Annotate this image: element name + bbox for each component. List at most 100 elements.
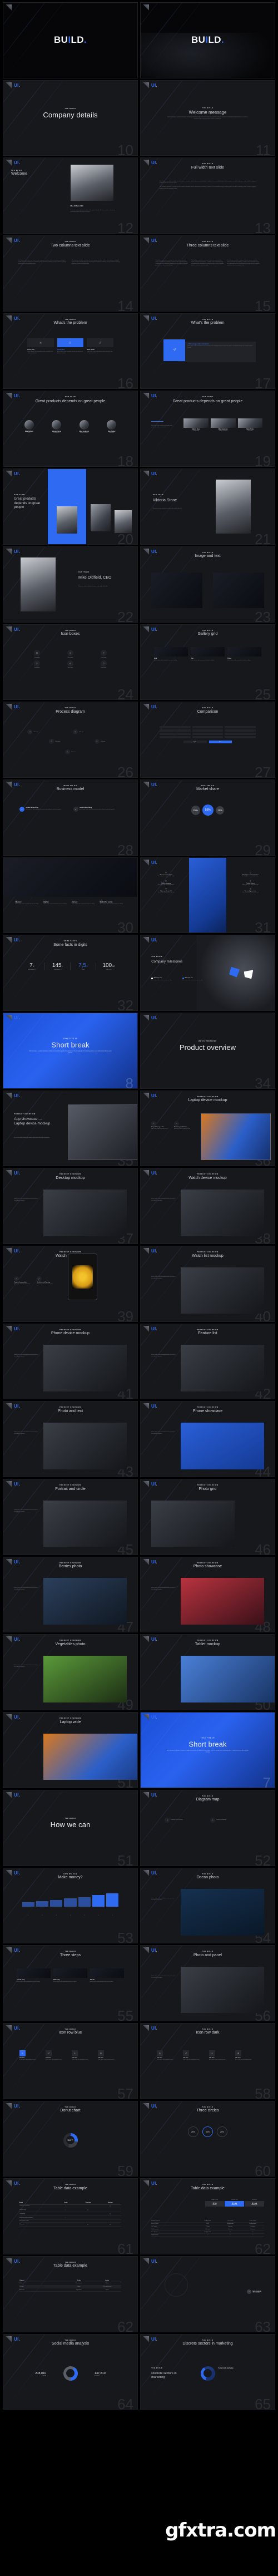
slide-17[interactable]: UI. 17 THE BUILD What's the problem A firm u… [140, 313, 275, 389]
icon-card[interactable]: Clarity fuel A firm using a sales orienta… [57, 338, 84, 354]
slide-62[interactable]: UI. 62 THE BUILD Table data example Single l… [140, 2178, 275, 2254]
gallery-item[interactable]: Result A firm using a sales orientation f… [90, 1968, 124, 1983]
logo-mark[interactable]: UI. [151, 471, 157, 476]
slide-49[interactable]: UI. 49 PRODUCT OVERVIEW Vegetables photo A f… [3, 1634, 138, 1711]
advantage-item[interactable]: Access to new capital A firm using a sale… [146, 871, 186, 877]
slide-39[interactable]: UI.39PRODUCT OVERVIEWWatch showcasePower… [3, 1246, 138, 1322]
advantage-item[interactable]: Employees extra incentives A firm using a… [230, 871, 270, 877]
process-node[interactable]: Market profitability [210, 1817, 226, 1823]
share-circle[interactable]: 20% [215, 806, 225, 815]
slide-58[interactable]: UI. 58 THE BUILD Icon row dark Title here A f… [140, 2022, 275, 2099]
advantage-item[interactable]: Public company A firm using a sales orien… [146, 880, 186, 886]
icon-row-item[interactable]: Title here A firm using a sales orientati… [182, 2050, 206, 2061]
slide-13[interactable]: UI. 13 THE BUILD Full width text slide The C… [140, 157, 275, 234]
share-circle[interactable]: 55% [202, 805, 214, 816]
slide-32[interactable]: UI. 32 SOME FACTS Some facts in digits 7 K Mil… [3, 935, 138, 1011]
advantage-item[interactable]: Higher public profile A firm using a sale… [146, 887, 186, 894]
slide-18[interactable]: UI. 18 OUR TEAM Great products depends on g… [3, 391, 138, 467]
icon-grid-item[interactable]: Four steps [88, 650, 118, 658]
slide-59[interactable]: UI. 59 THE BUILD Donut chart EXIT [3, 2100, 138, 2177]
process-node[interactable]: Title two [73, 729, 83, 735]
process-node[interactable]: Title three [48, 739, 61, 744]
slide-51[interactable]: UI. 51 THE BUILD How we can [3, 1789, 138, 1866]
icon-row-item[interactable]: Title here A firm using a sales orientati… [209, 2050, 232, 2061]
plan-price-box[interactable]: $199 Per month plan [245, 2200, 264, 2207]
gallery-item[interactable]: Two A firm using a sales orientation focu… [191, 647, 225, 662]
feature-item[interactable]: Sketching and Painting A firm using a sal… [173, 1121, 195, 1130]
slide-24[interactable]: UI. 24 THE BUILD Icon boxes Four steps Four s… [3, 624, 138, 700]
icon-grid-item[interactable]: Four steps [56, 650, 86, 658]
slide-53[interactable]: UI. 53 HOW WE CAN Make money? 1 2 3 4 5 6 7 [3, 1867, 138, 1944]
team-member[interactable]: Mary Parker Developer [237, 418, 263, 431]
slide-23[interactable]: UI. 23 THE BUILD Image and text [140, 546, 275, 623]
pricing-plan[interactable]: Premium club $299 Per month plan [225, 2199, 245, 2207]
team-member[interactable]: Mikel Anderson Graphic Designer [210, 418, 236, 431]
logo-mark[interactable]: UI. [151, 860, 157, 865]
slide-28[interactable]: UI. 28 WHAT WE DO Business model Online adve… [3, 779, 138, 856]
plan-price-box[interactable]: $299 Per month plan [225, 2200, 245, 2207]
step-item[interactable]: 4 Behind the scenes A firm using a sales o… [100, 899, 126, 905]
step-item[interactable]: 2 Explore A firm using a sales orientation… [43, 899, 69, 905]
team-member[interactable]: Mary Parker Developer [99, 420, 123, 433]
process-node[interactable]: Title four [94, 739, 105, 744]
logo-mark[interactable]: UI. [151, 83, 157, 88]
logo-mark[interactable]: UI. [151, 1715, 157, 1720]
slide-43[interactable]: UI. 43 PRODUCT OVERVIEW Photo and text A fir… [3, 1401, 138, 1478]
logo-mark[interactable]: UI. [151, 2259, 157, 2264]
team-member[interactable]: Viktoria Stone Photographer [183, 418, 209, 431]
plan-price-box[interactable]: $79 Per month [205, 2200, 225, 2207]
logo-mark[interactable]: UI. [14, 1093, 20, 1098]
slide-12[interactable]: UI. 12 THE BUILD Welcome Mike Oldfield, CEO B… [3, 157, 138, 234]
slide-22[interactable]: UI. 22 OUR TEAM Mike Oldfield, CEO Brand new… [3, 546, 138, 623]
slide-20[interactable]: UI. 20 OUR TEAM Great products depends on g… [3, 468, 138, 545]
slide-62[interactable]: UI. 62 THE BUILD Table data example Channel M… [3, 2256, 138, 2332]
slide-26[interactable]: UI. 26 THE BUILD Process diagram Title one Ti… [3, 702, 138, 778]
icon-card-box[interactable] [57, 338, 84, 348]
team-member[interactable]: Viktoria Stone Photographer [44, 420, 69, 433]
advantage-item[interactable]: Traded shares A firm using a sales orient… [230, 880, 270, 886]
business-item[interactable]: Social networking A firm using a sales or… [73, 807, 122, 812]
process-node[interactable]: Industry cost structure [165, 1817, 183, 1823]
slide-30[interactable]: UI.301DiscoverA firm using a sales orien… [3, 857, 138, 934]
donut-chart[interactable]: EXIT [63, 2133, 78, 2148]
share-circle[interactable]: 25% [191, 806, 200, 815]
slide-11[interactable]: UI. 11 THE BUILD Welcome message A firm focu… [140, 80, 275, 156]
team-member[interactable]: Mikel Anderson Graphic Designer [72, 420, 96, 433]
team-member[interactable]: Mike Oldfield CEO [17, 420, 41, 433]
slide-48[interactable]: UI. 48 PRODUCT OVERVIEW Photo showcase A fir… [140, 1556, 275, 1633]
gallery-item[interactable]: One A firm using a sales orientation focu… [154, 647, 188, 662]
slide-42[interactable]: UI. 42 PRODUCT OVERVIEW Feature list A firm … [140, 1323, 275, 1400]
logo-mark[interactable]: UI. [14, 471, 20, 476]
slide-51[interactable]: UI. 51 PRODUCT OVERVIEW Laptop wide [3, 1712, 138, 1788]
slide-31[interactable]: UI. 31 Access to new capital A firm using a… [140, 857, 275, 934]
slide-15[interactable]: UI. 15 THE BUILD Three columns text slide Th… [140, 235, 275, 312]
icon-card-box[interactable] [87, 338, 113, 348]
slide-14[interactable]: UI. 14 THE BUILD Two columns text slide The … [3, 235, 138, 312]
icon-card[interactable]: Don't give A firm using a sales orientati… [27, 338, 54, 354]
step-item[interactable]: 3 Connect A firm using a sales orientation… [71, 899, 97, 905]
slide-35[interactable]: UI.35PRODUCT OVERVIEWApp showcase — Lapt… [3, 1090, 138, 1167]
advantage-item[interactable]: Personal guarantees A firm using a sales … [230, 887, 270, 894]
slide-cover[interactable]: BUILD. [3, 2, 138, 78]
feature-item[interactable]: Powerful image editor A firm using a sale… [14, 1276, 34, 1285]
ring-circle[interactable]: 25% [188, 2126, 198, 2138]
slide-27[interactable]: UI. 27 THE BUILD Comparison Fight Now [140, 702, 275, 778]
slide-34[interactable]: UI. 34 WE'VE PREPARED Product overview [140, 1012, 275, 1089]
slide-cover[interactable]: BUILD. [140, 2, 275, 78]
slide-41[interactable]: UI. 41 PRODUCT OVERVIEW Phone device mockup… [3, 1323, 138, 1400]
slide-47[interactable]: UI. 47 PRODUCT OVERVIEW Berries photo A firm… [3, 1556, 138, 1633]
icon-row-item[interactable]: Title here A firm using a sales orientati… [98, 2050, 121, 2061]
logo-mark[interactable]: UI. [14, 549, 20, 554]
slide-56[interactable]: UI. 56 THE BUILD Photo and panel A firm usin… [140, 1945, 275, 2021]
pricing-plan[interactable]: Single license $79 Per month [205, 2199, 225, 2207]
slide-25[interactable]: UI. 25 THE BUILD Gallery grid One A firm usin… [140, 624, 275, 700]
step-item[interactable]: 1 Discover A firm using a sales orientatio… [15, 899, 41, 905]
slide-50[interactable]: UI. 50 PRODUCT OVERVIEW Tablet mockup [140, 1634, 275, 1711]
slide-44[interactable]: UI. 44 PRODUCT OVERVIEW Phone showcase A fir… [140, 1401, 275, 1478]
ring-circle[interactable]: 20% [217, 2126, 227, 2138]
logo-mark[interactable]: UI. [151, 937, 157, 942]
slide-63[interactable]: UI. 63 Seth Centroni CEO, The Build [140, 2256, 275, 2332]
slide-38[interactable]: UI. 38 PRODUCT OVERVIEW Watch device mockup… [140, 1168, 275, 1244]
icon-row-item[interactable]: Title here A firm using a sales orientati… [19, 2050, 43, 2061]
slide-45[interactable]: UI. 45 PRODUCT OVERVIEW Portrait and circle… [3, 1479, 138, 1555]
